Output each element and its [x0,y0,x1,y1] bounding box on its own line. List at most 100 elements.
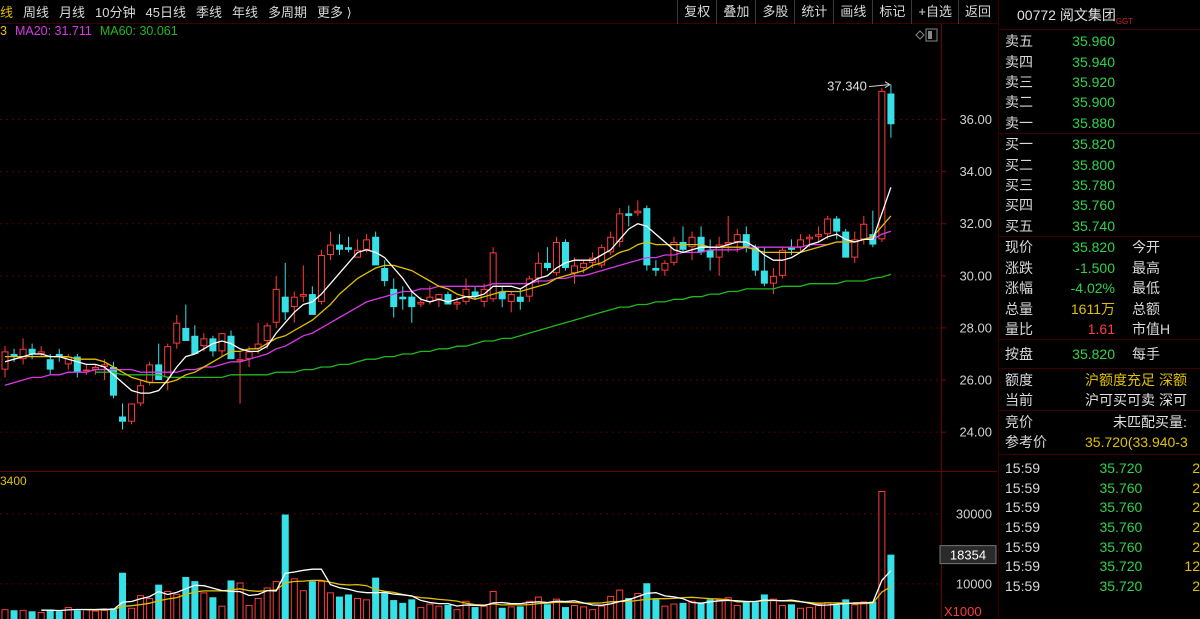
tick-time: 15:59 [1005,499,1041,516]
price-axis-label: 26.00 [959,373,992,388]
bid-label: 买四 [1005,197,1033,214]
candle-body [363,239,371,250]
candle-body [82,369,90,372]
candle-body [661,262,669,271]
bid-row[interactable]: 买一 35.820 [999,134,1200,154]
quote-value: 1.61 [1087,321,1115,338]
volume-bar [742,602,750,619]
candle-body [652,268,660,271]
candle-body [399,296,407,300]
bid-row[interactable]: 买四 35.760 [999,195,1200,215]
volume-bar [417,607,425,619]
ask-row[interactable]: 卖三 35.920 [999,72,1200,92]
candle-body [299,294,307,297]
candle-body [308,294,316,315]
tool-button-2[interactable]: 多股 [755,0,794,24]
bid-row[interactable]: 买三 35.780 [999,175,1200,195]
volume-bar [128,607,136,619]
tick-price: 35.720 [1099,558,1143,575]
bid-row[interactable]: 买二 35.800 [999,154,1200,174]
tool-button-0[interactable]: 复权 [677,0,716,24]
tick-list[interactable]: 15:59 35.720 2 15:59 35.760 2 15:59 35.760 2 15:5… [999,455,1200,595]
quote-value: -4.02% [1070,280,1115,297]
tick-volume: 2 [1192,538,1200,555]
diamond-icon[interactable] [915,30,925,40]
auction-value: 未匹配买量: [1113,413,1187,430]
candle-body [878,90,886,240]
volume-bar [100,609,108,619]
tick-price: 35.720 [1099,460,1143,477]
ask-row[interactable]: 卖二 35.900 [999,92,1200,112]
auction-label: 竞价 [1005,413,1033,430]
candle-body [263,325,271,341]
volume-bar [363,599,371,619]
tool-button-5[interactable]: 标记 [872,0,911,24]
current-sh: 沪可买可卖 [1085,392,1155,409]
volume-bar [543,604,551,619]
period-tab-8[interactable]: 更多 ⟩ [312,2,357,21]
volume-bar [182,576,190,619]
volume-bar [652,599,660,619]
tool-button-1[interactable]: 叠加 [716,0,755,24]
period-tab-2[interactable]: 月线 [54,2,90,21]
kline-chart-area[interactable]: 36.00 34.00 32.00 30.00 28.00 26.00 24.00 30000… [0,0,997,619]
volume-bar [73,610,81,619]
volume-bar [335,596,343,619]
volume-bar [769,598,777,619]
tick-price: 35.760 [1099,518,1143,535]
volume-bar [453,609,461,619]
candle-body [806,236,814,240]
volume-bar [797,607,805,619]
volume-bar [426,603,434,619]
volume-bar [598,605,606,619]
ask-label: 卖一 [1005,114,1033,131]
tool-button-6[interactable]: +自选 [911,0,958,24]
period-tab-5[interactable]: 季线 [191,2,227,21]
ask-label: 卖四 [1005,53,1033,70]
period-tab-6[interactable]: 年线 [227,2,263,21]
volume-bar [146,597,154,619]
period-tab-4[interactable]: 45日线 [141,2,191,21]
candle-body [534,262,542,279]
volume-bar [580,606,588,619]
volume-bar [516,606,524,619]
tick-time: 15:59 [1005,577,1041,594]
quote-label: 量比 [1005,321,1033,338]
bid-row[interactable]: 买五 35.740 [999,216,1200,236]
high-label: 37.340 [827,79,867,94]
ask-row[interactable]: 卖五 35.960 [999,31,1200,51]
candle-body [146,364,154,383]
tool-button-7[interactable]: 返回 [957,0,997,24]
period-tab-1[interactable]: 周线 [18,2,54,21]
period-tab-0[interactable]: 线 [0,2,18,21]
tick-row: 15:59 35.720 2 [999,576,1200,596]
tick-time: 15:59 [1005,558,1041,575]
volume-bar [381,593,389,619]
candle-body [507,294,515,302]
price-axis-label: 32.00 [959,216,992,231]
ask-row[interactable]: 卖一 35.880 [999,113,1200,133]
volume-bar [28,611,36,619]
quote-row: 量比 1.61 市值H [999,319,1200,340]
bid-price: 35.800 [1072,156,1115,173]
tick-time: 15:59 [1005,518,1041,535]
price-axis-label: 36.00 [959,112,992,127]
chart-toolbar: 线周线 月线 10分钟 45日线 季线 年线 多周期 更多 ⟩ 复权 叠加 多股 统计 画线 标记 +自选… [0,0,997,24]
bid-price: 35.740 [1072,217,1115,234]
quote-label: 涨幅 [1005,280,1033,297]
period-tab-3[interactable]: 10分钟 [90,2,140,21]
period-tab-7[interactable]: 多周期 [263,2,312,21]
stock-title: 00772 阅文集团GGT [999,0,1200,30]
tool-button-4[interactable]: 画线 [833,0,872,24]
volume-bar [760,594,768,619]
stock-code: 00772 [1017,7,1056,23]
volume-bar [281,514,289,619]
close-row: 按盘 35.820 每手 [999,340,1200,368]
tool-button-3[interactable]: 统计 [794,0,833,24]
ask-row[interactable]: 卖四 35.940 [999,51,1200,71]
volume-unit-label: X1000 [944,604,982,619]
quote-table: 现价 35.820 今开 涨跌 -1.500 最高 涨幅 -4.02% 最低 总量 1611万 总额量… [999,237,1200,340]
kline-chart[interactable]: 36.00 34.00 32.00 30.00 28.00 26.00 24.00 30000… [0,0,997,619]
candle-body [390,288,398,308]
quote-label-2: 最高 [1132,259,1160,276]
